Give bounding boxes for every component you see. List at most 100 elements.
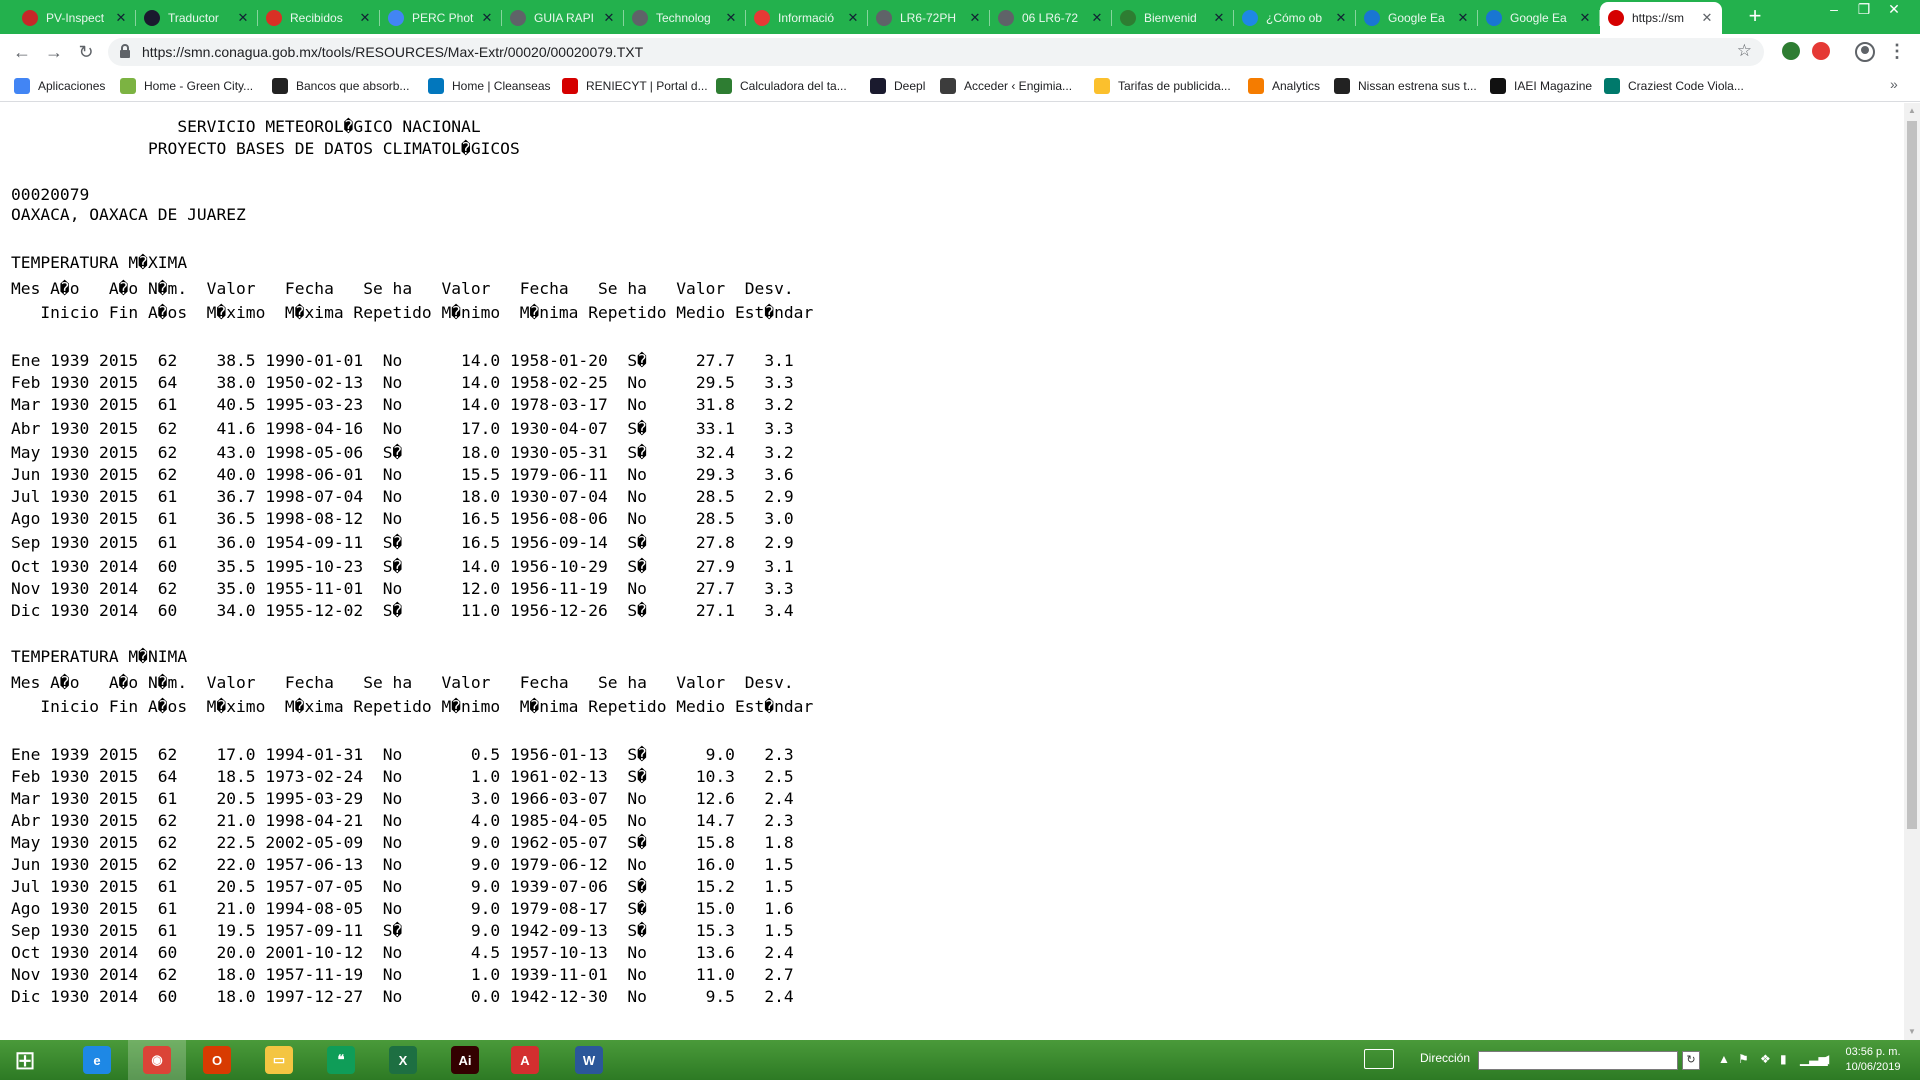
tray-volume-icon[interactable]: ◀ xyxy=(1820,1052,1829,1066)
bookmark-9[interactable]: Tarifas de publicida... xyxy=(1094,78,1231,94)
table-row: May 1930 2015 62 22.5 2002-05-09 No 9.0 … xyxy=(11,833,794,852)
kebab-menu-icon[interactable]: ⋮ xyxy=(1888,40,1906,64)
profile-avatar-icon[interactable] xyxy=(1855,42,1875,62)
chrome-button[interactable]: ◉ xyxy=(128,1040,186,1080)
new-tab-button[interactable]: + xyxy=(1742,4,1768,30)
bookmark-11[interactable]: Nissan estrena sus t... xyxy=(1334,78,1477,94)
arrow-left-icon: ← xyxy=(13,42,31,62)
keyboard-icon[interactable] xyxy=(1364,1049,1394,1069)
tab-close-icon[interactable]: ✕ xyxy=(1578,10,1592,26)
bookmark-4[interactable]: Home | Cleanseas xyxy=(428,78,551,94)
address-toolbar-label: Dirección xyxy=(1420,1051,1471,1065)
bookmark-1[interactable]: Aplicaciones xyxy=(14,78,105,94)
tab-close-icon[interactable]: ✕ xyxy=(114,10,128,26)
tab-close-icon[interactable]: ✕ xyxy=(236,10,250,26)
bookmark-12[interactable]: IAEI Magazine xyxy=(1490,78,1592,94)
bookmark-5[interactable]: RENIECYT | Portal d... xyxy=(562,78,708,94)
gmail-favicon-icon xyxy=(266,10,282,26)
ie-button[interactable]: e xyxy=(68,1040,126,1080)
arrow-right-icon: → xyxy=(45,42,63,62)
tab-1[interactable]: PV-Inspect ✕ xyxy=(14,2,136,34)
tab-10[interactable]: Bienvenid ✕ xyxy=(1112,2,1234,34)
forward-button[interactable]: → xyxy=(42,40,66,64)
tab-close-icon[interactable]: ✕ xyxy=(724,10,738,26)
table-row: Ene 1939 2015 62 17.0 1994-01-31 No 0.5 … xyxy=(11,745,794,764)
address-go-icon[interactable]: ↻ xyxy=(1682,1051,1700,1070)
tab-title: Informació xyxy=(778,11,835,25)
tab-close-icon[interactable]: ✕ xyxy=(480,10,494,26)
station-name: OAXACA, OAXACA DE JUAREZ xyxy=(11,205,246,224)
tab-close-icon[interactable]: ✕ xyxy=(968,10,982,26)
scrollbar-thumb[interactable] xyxy=(1907,121,1917,829)
max-column-header-2: Inicio Fin A�os M�ximo M�xima Repetido M… xyxy=(11,303,814,322)
max-column-header-1: Mes A�o A�o N�m. Valor Fecha Se ha Valor… xyxy=(11,279,794,298)
tab-close-icon[interactable]: ✕ xyxy=(1456,10,1470,26)
book-icon xyxy=(272,78,288,94)
bookmarks-overflow-button[interactable]: » xyxy=(1890,76,1898,92)
bookmark-8[interactable]: Acceder ‹ Engimia... xyxy=(940,78,1072,94)
extension-red-icon[interactable] xyxy=(1812,42,1830,60)
bookmark-13[interactable]: Craziest Code Viola... xyxy=(1604,78,1744,94)
tab-9[interactable]: 06 LR6-72 ✕ xyxy=(990,2,1112,34)
extension-green-icon[interactable] xyxy=(1782,42,1800,60)
tab-13[interactable]: Google Ea ✕ xyxy=(1478,2,1600,34)
red-circle-favicon-icon xyxy=(1608,10,1624,26)
earth-favicon-icon xyxy=(1364,10,1380,26)
back-button[interactable]: ← xyxy=(10,40,34,64)
illustrator-button[interactable]: Ai xyxy=(436,1040,494,1080)
tab-title: GUIA RAPI xyxy=(534,11,595,25)
tab-14[interactable]: https://sm ✕ xyxy=(1600,2,1722,34)
globe-favicon-icon xyxy=(998,10,1014,26)
scroll-down-icon[interactable]: ▼ xyxy=(1904,1024,1920,1040)
tab-close-icon[interactable]: ✕ xyxy=(358,10,372,26)
acrobat-icon: A xyxy=(511,1046,539,1074)
word-button[interactable]: W xyxy=(560,1040,618,1080)
scroll-up-icon[interactable]: ▲ xyxy=(1904,103,1920,119)
tab-4[interactable]: PERC Phot ✕ xyxy=(380,2,502,34)
table-row: Jul 1930 2015 61 36.7 1998-07-04 No 18.0… xyxy=(11,487,794,506)
bookmark-2[interactable]: Home - Green City... xyxy=(120,78,253,94)
tab-11[interactable]: ¿Cómo ob ✕ xyxy=(1234,2,1356,34)
tray-network-icon[interactable]: ▮ xyxy=(1780,1052,1787,1066)
table-row: Jun 1930 2015 62 40.0 1998-06-01 No 15.5… xyxy=(11,465,794,484)
bookmark-star-icon[interactable]: ☆ xyxy=(1737,41,1752,61)
explorer-button[interactable]: ▭ xyxy=(250,1040,308,1080)
acrobat-button[interactable]: A xyxy=(496,1040,554,1080)
clock-time: 03:56 p. m. xyxy=(1845,1046,1901,1058)
tab-close-icon[interactable]: ✕ xyxy=(1090,10,1104,26)
reload-icon: ↻ xyxy=(78,42,94,62)
table-row: Ago 1930 2015 61 21.0 1994-08-05 No 9.0 … xyxy=(11,899,794,918)
table-row: Oct 1930 2014 60 35.5 1995-10-23 S� 14.0… xyxy=(11,557,794,576)
hangouts-button[interactable]: ❝ xyxy=(312,1040,370,1080)
taskbar-clock[interactable]: 03:56 p. m. 10/06/2019 xyxy=(1838,1045,1908,1075)
address-bar[interactable]: https://smn.conagua.gob.mx/tools/RESOURC… xyxy=(108,38,1764,66)
address-toolbar-input[interactable] xyxy=(1478,1051,1678,1070)
close-window-button[interactable]: ✕ xyxy=(1874,0,1914,22)
tab-7[interactable]: Informació ✕ xyxy=(746,2,868,34)
excel-button[interactable]: X xyxy=(374,1040,432,1080)
tab-5[interactable]: GUIA RAPI ✕ xyxy=(502,2,624,34)
vertical-scrollbar[interactable]: ▲ ▼ xyxy=(1904,103,1920,1040)
tab-6[interactable]: Technolog ✕ xyxy=(624,2,746,34)
bookmark-10[interactable]: Analytics xyxy=(1248,78,1320,94)
tab-close-icon[interactable]: ✕ xyxy=(846,10,860,26)
reload-button[interactable]: ↻ xyxy=(74,40,98,64)
tab-12[interactable]: Google Ea ✕ xyxy=(1356,2,1478,34)
start-button[interactable]: ⊞ xyxy=(0,1040,50,1080)
tab-close-icon[interactable]: ✕ xyxy=(602,10,616,26)
tray-expand-icon[interactable]: ▲ xyxy=(1718,1052,1730,1066)
bookmark-7[interactable]: Deepl xyxy=(870,78,925,94)
tab-close-icon[interactable]: ✕ xyxy=(1212,10,1226,26)
tab-2[interactable]: Traductor ✕ xyxy=(136,2,258,34)
url-text[interactable]: https://smn.conagua.gob.mx/tools/RESOURC… xyxy=(142,44,643,60)
tab-3[interactable]: Recibidos ✕ xyxy=(258,2,380,34)
tray-dropbox-icon[interactable]: ❖ xyxy=(1760,1052,1771,1066)
tray-flag-icon[interactable]: ⚑ xyxy=(1738,1052,1749,1066)
tab-close-icon[interactable]: ✕ xyxy=(1700,10,1714,26)
illustrator-icon: Ai xyxy=(451,1046,479,1074)
office-button[interactable]: O xyxy=(188,1040,246,1080)
tab-8[interactable]: LR6-72PH ✕ xyxy=(868,2,990,34)
bookmark-6[interactable]: Calculadora del ta... xyxy=(716,78,847,94)
bookmark-3[interactable]: Bancos que absorb... xyxy=(272,78,409,94)
tab-close-icon[interactable]: ✕ xyxy=(1334,10,1348,26)
